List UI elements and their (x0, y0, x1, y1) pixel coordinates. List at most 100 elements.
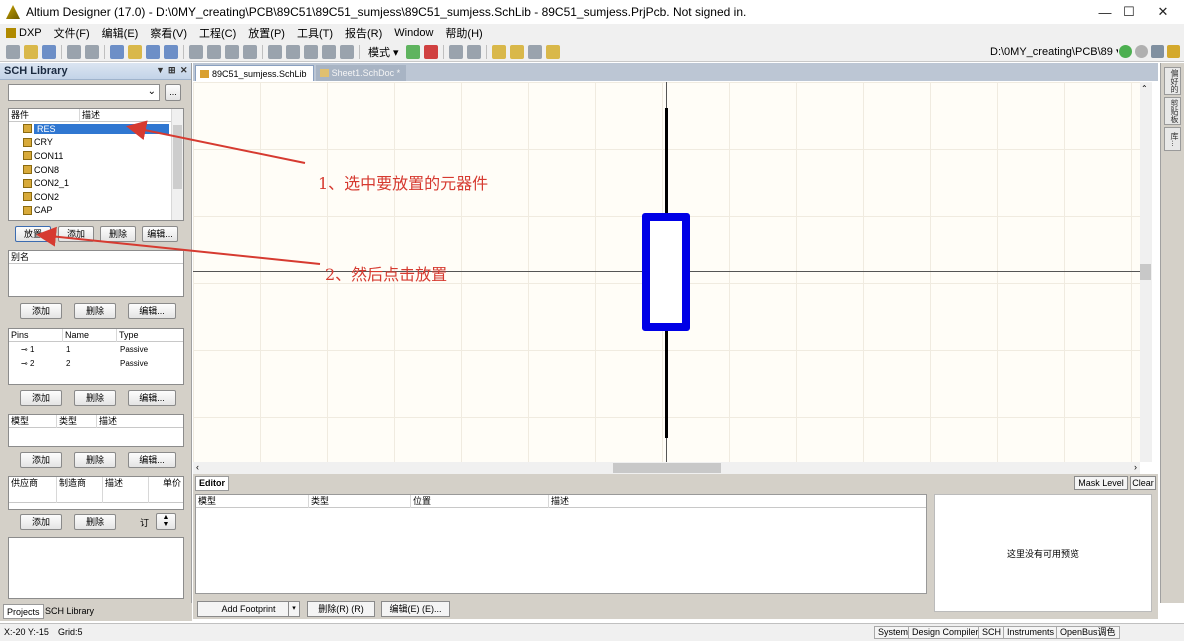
menu-tools[interactable]: 工具(T) (291, 25, 339, 41)
edit-pin-button[interactable]: 编辑... (128, 390, 176, 406)
menu-dxp[interactable]: DXP (19, 27, 48, 39)
panel-instruments-button[interactable]: Instruments (1003, 626, 1059, 639)
grid-icon[interactable] (527, 44, 542, 59)
panel-menu-button[interactable]: ▼ (156, 65, 165, 75)
tab-projects[interactable]: Projects (3, 604, 44, 619)
select-area-icon[interactable] (268, 44, 282, 59)
col-manufacturer[interactable]: 制造商 (57, 476, 103, 503)
place-button[interactable]: 放置 (15, 226, 51, 242)
filter-browse-button[interactable]: ... (165, 84, 181, 101)
edit-model-button[interactable]: 编辑... (128, 452, 176, 468)
save-icon[interactable] (42, 44, 56, 59)
add-pin-button[interactable]: 添加 (20, 390, 62, 406)
tab-editor[interactable]: Editor (195, 476, 229, 491)
add-model-button[interactable]: 添加 (20, 452, 62, 468)
menu-help[interactable]: 帮助(H) (439, 25, 488, 41)
col-editor-type[interactable]: 类型 (309, 494, 411, 508)
browse-icon[interactable] (110, 44, 124, 59)
col-editor-description[interactable]: 描述 (549, 495, 926, 508)
menu-view[interactable]: 察看(V) (144, 25, 193, 41)
menu-reports[interactable]: 报告(R) (339, 25, 388, 41)
drawing-tools-icon[interactable] (509, 44, 524, 59)
ieee-symbols-icon[interactable] (491, 44, 506, 59)
add-supplier-button[interactable]: 添加 (20, 514, 62, 530)
tab-clipboard[interactable]: 剪贴板 (1164, 97, 1181, 125)
mode-dropdown[interactable]: 模式 ▾ (363, 43, 404, 61)
pin-2-lead[interactable] (665, 328, 668, 438)
remove-icon[interactable] (423, 44, 438, 59)
pin-1-lead[interactable] (665, 108, 668, 214)
zoom-in-icon[interactable] (146, 44, 160, 59)
component-row[interactable]: CAP (9, 204, 183, 218)
model-manager-icon[interactable] (545, 44, 560, 59)
forward-icon[interactable] (1135, 45, 1148, 58)
delete-pin-button[interactable]: 删除 (74, 390, 116, 406)
paste-icon[interactable] (225, 44, 239, 59)
edit-alias-button[interactable]: 编辑... (128, 303, 176, 319)
clear-button[interactable]: Clear (1130, 476, 1156, 490)
col-supplier-desc[interactable]: 描述 (103, 476, 149, 503)
menu-edit[interactable]: 编辑(E) (96, 25, 145, 41)
component-list-scrollbar[interactable] (171, 109, 183, 220)
pin-row[interactable]: ⊸ 1 1 Passive (9, 342, 183, 356)
panel-close-button[interactable]: ✕ (180, 65, 188, 76)
undo-icon[interactable] (322, 44, 336, 59)
remove-footprint-button[interactable]: 删除(R) (R) (307, 601, 375, 617)
resistor-body[interactable] (642, 213, 690, 331)
component-row[interactable]: CON11 (9, 149, 183, 163)
edit-component-button[interactable]: 编辑... (142, 226, 178, 242)
print-preview-icon[interactable] (85, 44, 99, 59)
col-alias[interactable]: 别名 (9, 251, 183, 264)
col-supplier[interactable]: 供应商 (9, 476, 57, 503)
col-editor-model[interactable]: 模型 (196, 494, 309, 508)
delete-supplier-button[interactable]: 删除 (74, 514, 116, 530)
tab-sheet1[interactable]: Sheet1.SchDoc * (315, 65, 407, 81)
tab-sch-library[interactable]: SCH Library (42, 604, 97, 619)
order-spinner[interactable]: ▲ ▼ (156, 513, 176, 530)
panel-pin-button[interactable]: ⊞ (168, 65, 176, 76)
col-model-desc[interactable]: 描述 (97, 415, 183, 428)
col-description[interactable]: 描述 (80, 109, 172, 122)
copy-icon[interactable] (207, 44, 221, 59)
col-pins[interactable]: Pins (9, 328, 63, 342)
col-component[interactable]: 器件 (9, 108, 80, 122)
panel-sch-button[interactable]: SCH (978, 626, 1006, 639)
component-row[interactable]: CRY (9, 136, 183, 150)
home-icon[interactable] (1151, 45, 1164, 58)
menu-file[interactable]: 文件(F) (48, 25, 96, 41)
col-editor-location[interactable]: 位置 (411, 494, 549, 508)
menu-window[interactable]: Window (388, 27, 439, 39)
panel-design-compiler-button[interactable]: Design Compiler (908, 626, 983, 639)
component-row[interactable]: CON8 (9, 163, 183, 177)
col-type[interactable]: Type (117, 329, 183, 342)
tab-favorites[interactable]: 偏好的 (1164, 67, 1181, 95)
redo-icon[interactable] (340, 44, 354, 59)
component-row[interactable]: CON2_1 (9, 176, 183, 190)
edit-footprint-button[interactable]: 编辑(E) (E)... (381, 601, 450, 617)
panel-system-button[interactable]: System (874, 626, 913, 639)
fit-icon[interactable] (128, 44, 142, 59)
cut-icon[interactable] (189, 44, 203, 59)
add-icon[interactable] (405, 44, 420, 59)
new-icon[interactable] (6, 44, 20, 59)
mask-level-button[interactable]: Mask Level (1074, 476, 1128, 490)
next-icon[interactable] (466, 44, 481, 59)
zoom-out-icon[interactable] (164, 44, 178, 59)
add-component-button[interactable]: 添加 (58, 226, 94, 242)
menu-place[interactable]: 放置(P) (242, 25, 291, 41)
delete-component-button[interactable]: 删除 (100, 226, 136, 242)
add-alias-button[interactable]: 添加 (20, 303, 62, 319)
panel-openbus-button[interactable]: OpenBus调色 (1056, 626, 1120, 639)
print-icon[interactable] (67, 44, 81, 59)
rubber-stamp-icon[interactable] (243, 44, 257, 59)
delete-model-button[interactable]: 删除 (74, 452, 116, 468)
close-button[interactable]: ✕ (1140, 0, 1184, 24)
canvas-horizontal-scrollbar[interactable]: ‹ › (193, 462, 1140, 474)
canvas-vertical-scrollbar[interactable]: ⌃ (1140, 82, 1152, 462)
back-icon[interactable] (1119, 45, 1132, 58)
tab-schlib[interactable]: 89C51_sumjess.SchLib (195, 65, 314, 81)
component-row[interactable]: CON2 (9, 190, 183, 204)
add-footprint-button[interactable]: Add Footprint ▾ (197, 601, 300, 617)
menu-project[interactable]: 工程(C) (193, 25, 242, 41)
tab-libraries[interactable]: 库... (1164, 127, 1181, 151)
